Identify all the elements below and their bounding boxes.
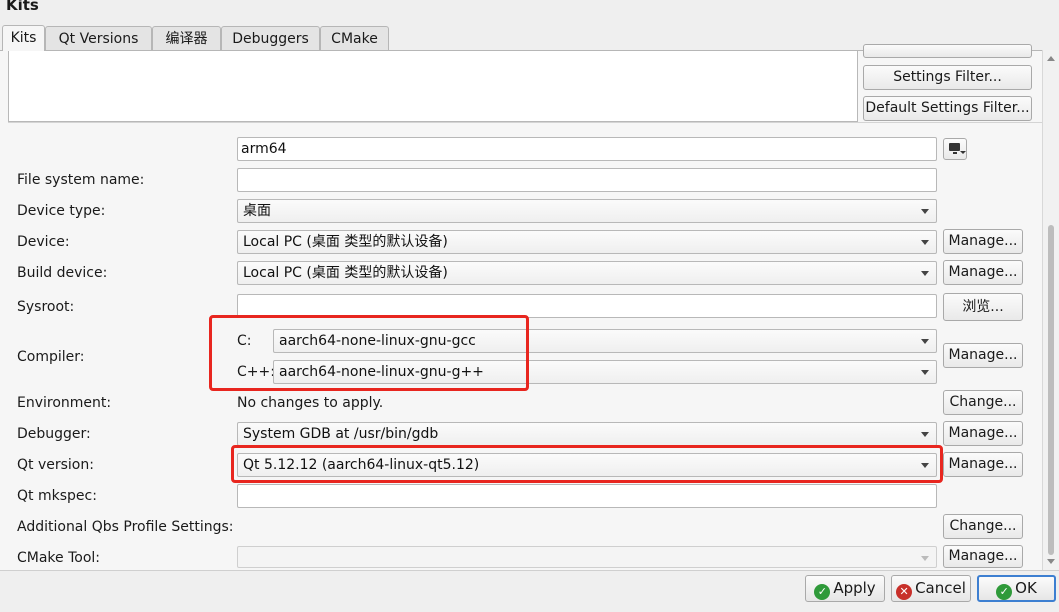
qbs-profile-label: Additional Qbs Profile Settings:	[17, 519, 234, 535]
device-value: Local PC (桌面 类型的默认设备)	[243, 234, 448, 250]
device-type-label: Device type:	[17, 203, 106, 219]
cancel-label: Cancel	[915, 579, 966, 597]
monitor-stand	[953, 152, 957, 154]
device-label: Device:	[17, 234, 70, 250]
chevron-down-icon	[960, 151, 966, 154]
device-type-select[interactable]: 桌面	[237, 199, 937, 223]
tab-qt-versions[interactable]: Qt Versions	[45, 26, 152, 50]
qt-version-manage-button[interactable]: Manage...	[943, 452, 1023, 477]
monitor-icon	[949, 143, 960, 151]
settings-filter-button[interactable]: Settings Filter...	[863, 65, 1032, 90]
build-device-manage-button[interactable]: Manage...	[943, 260, 1023, 285]
qbs-profile-change-button[interactable]: Change...	[943, 514, 1023, 539]
chevron-down-icon	[921, 240, 929, 245]
file-system-name-label: File system name:	[17, 172, 145, 188]
window-title: Kits	[6, 0, 39, 14]
apply-button[interactable]: ✓ Apply	[805, 575, 885, 602]
build-device-select[interactable]: Local PC (桌面 类型的默认设备)	[237, 261, 937, 285]
kit-list[interactable]	[8, 51, 858, 122]
qt-mkspec-input[interactable]	[237, 484, 937, 508]
chevron-down-icon	[921, 556, 929, 561]
cmake-tool-select[interactable]	[237, 546, 937, 568]
compiler-highlight-box	[209, 315, 529, 391]
environment-change-button[interactable]: Change...	[943, 390, 1023, 415]
scrollbar-thumb[interactable]	[1048, 225, 1054, 555]
chevron-down-icon	[921, 432, 929, 437]
tab-debuggers[interactable]: Debuggers	[221, 26, 320, 50]
compiler-manage-button[interactable]: Manage...	[943, 343, 1023, 368]
device-type-value: 桌面	[243, 203, 271, 219]
compiler-label: Compiler:	[17, 349, 85, 365]
debugger-label: Debugger:	[17, 426, 91, 442]
debugger-select[interactable]: System GDB at /usr/bin/gdb	[237, 422, 937, 446]
debugger-value: System GDB at /usr/bin/gdb	[243, 426, 439, 442]
tab-cmake[interactable]: CMake	[320, 26, 389, 50]
cmake-tool-manage-button[interactable]: Manage...	[943, 545, 1023, 568]
qt-mkspec-label: Qt mkspec:	[17, 488, 97, 504]
hidden-top-button[interactable]	[863, 44, 1032, 58]
qt-version-label: Qt version:	[17, 457, 94, 473]
qt-version-highlight-box	[231, 445, 943, 483]
cancel-icon: ✕	[896, 584, 913, 600]
build-device-label: Build device:	[17, 265, 108, 281]
chevron-down-icon	[921, 271, 929, 276]
ok-label: OK	[1015, 579, 1037, 597]
kit-name-input[interactable]: arm64	[237, 137, 937, 161]
separator	[8, 122, 1042, 123]
kit-icon-button[interactable]	[943, 138, 967, 160]
ok-button[interactable]: ✓ OK	[977, 575, 1056, 602]
default-settings-filter-button[interactable]: Default Settings Filter...	[863, 96, 1032, 121]
chevron-down-icon	[921, 370, 929, 375]
apply-label: Apply	[833, 579, 876, 597]
scroll-down-icon[interactable]	[1047, 559, 1055, 564]
environment-value: No changes to apply.	[237, 395, 384, 411]
file-system-name-input[interactable]	[237, 168, 937, 192]
chevron-down-icon	[921, 339, 929, 344]
tab-kits[interactable]: Kits	[2, 25, 45, 51]
sysroot-browse-button[interactable]: 浏览...	[943, 293, 1023, 321]
scroll-up-icon[interactable]	[1047, 56, 1055, 61]
chevron-down-icon	[921, 209, 929, 214]
sysroot-label: Sysroot:	[17, 299, 75, 315]
device-manage-button[interactable]: Manage...	[943, 229, 1023, 254]
check-icon: ✓	[996, 584, 1013, 600]
cmake-tool-label: CMake Tool:	[17, 550, 101, 566]
check-icon: ✓	[814, 584, 831, 600]
vertical-scrollbar[interactable]	[1042, 50, 1059, 570]
debugger-manage-button[interactable]: Manage...	[943, 421, 1023, 446]
build-device-value: Local PC (桌面 类型的默认设备)	[243, 265, 448, 281]
cancel-button[interactable]: ✕ Cancel	[891, 575, 971, 602]
dialog-button-bar: ✓ Apply ✕ Cancel ✓ OK	[0, 570, 1059, 612]
device-select[interactable]: Local PC (桌面 类型的默认设备)	[237, 230, 937, 254]
tab-compilers[interactable]: 编译器	[152, 26, 221, 50]
environment-label: Environment:	[17, 395, 112, 411]
